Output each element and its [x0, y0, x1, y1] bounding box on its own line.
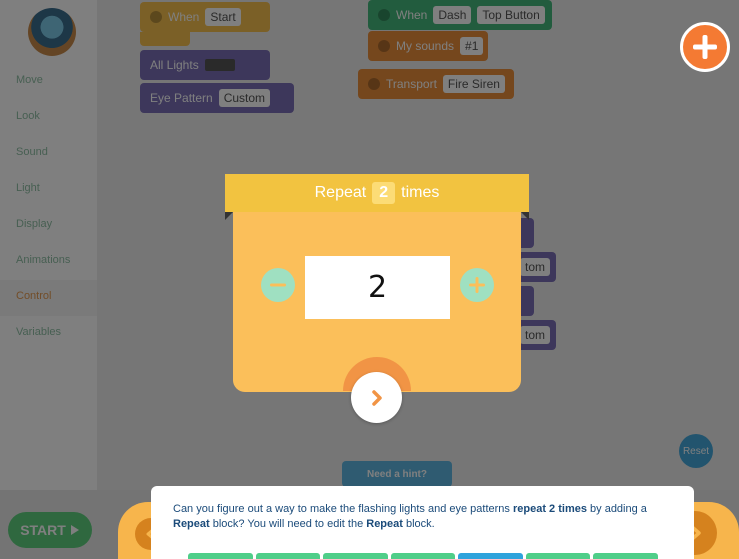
- instruction-emphasis: Repeat: [173, 518, 210, 530]
- header-fold-right: [521, 212, 529, 220]
- repeat-count-display[interactable]: 2: [305, 256, 450, 319]
- instruction-emphasis: Repeat: [366, 518, 403, 530]
- progress-segment: [323, 553, 388, 559]
- instruction-emphasis: repeat 2 times: [512, 503, 587, 515]
- minus-icon: [270, 283, 286, 287]
- chevron-right-icon: [371, 389, 382, 406]
- instruction-panel: Can you figure out a way to make the fla…: [151, 486, 694, 559]
- decrement-button[interactable]: [261, 268, 295, 302]
- repeat-modal-header: Repeat 2 times: [225, 174, 529, 212]
- progress-segment: [525, 553, 591, 559]
- instruction-text: block? You will need to edit the: [209, 518, 367, 530]
- add-block-button[interactable]: [680, 22, 730, 72]
- instruction-text: by adding a: [586, 503, 647, 515]
- repeat-count-badge: 2: [372, 182, 396, 204]
- header-fold-left: [225, 212, 233, 220]
- plus-icon: [469, 277, 485, 293]
- plus-icon: [693, 35, 717, 59]
- progress-segment: [593, 553, 659, 559]
- increment-button[interactable]: [460, 268, 494, 302]
- repeat-label: Repeat: [314, 184, 367, 201]
- instruction-text: block.: [402, 518, 435, 530]
- progress-segment: [390, 553, 456, 559]
- times-label: times: [401, 184, 440, 201]
- progress-segment: [188, 553, 253, 559]
- confirm-button[interactable]: [351, 372, 402, 423]
- instruction-text: Can you figure out a way to make the fla…: [173, 503, 513, 515]
- progress-segment: [255, 553, 321, 559]
- step-progress-bar: [188, 553, 659, 559]
- progress-segment: [458, 553, 523, 559]
